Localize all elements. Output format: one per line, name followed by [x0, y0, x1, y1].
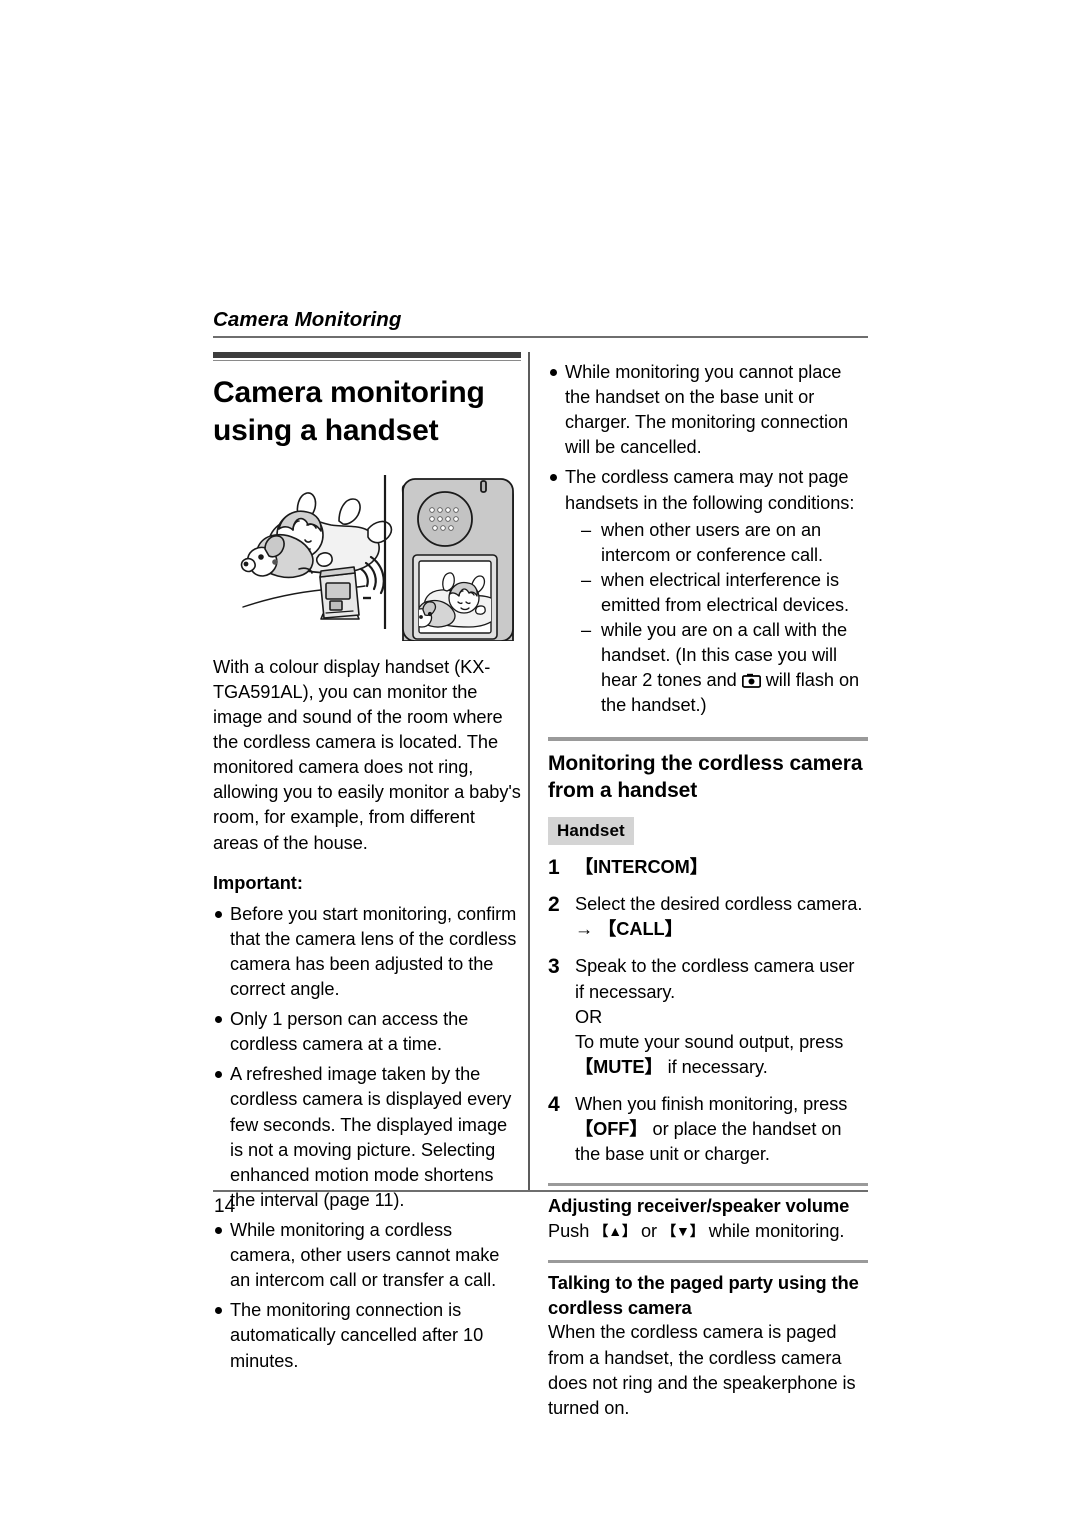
section-heading: Monitoring the cordless camera from a ha… — [548, 751, 863, 802]
footer-divider-rule — [213, 1190, 868, 1192]
column-divider — [528, 352, 530, 1190]
notes-bullet-list: While monitoring you cannot place the ha… — [548, 360, 868, 719]
intro-paragraph: With a colour display handset (KX-TGA591… — [213, 656, 521, 853]
title-bar-thin — [213, 360, 521, 361]
page-number: 14 — [214, 1196, 236, 1217]
step-number: 3 — [548, 955, 560, 979]
header-divider-rule — [213, 335, 868, 338]
list-item: Only 1 person can access the cordless ca… — [213, 1007, 521, 1057]
section-divider-rule — [548, 736, 868, 741]
sub-list-item: when electrical interference is emitted … — [581, 568, 868, 618]
step-text: Speak to the cordless camera user if nec… — [575, 956, 855, 1002]
left-column: Camera monitoring using a handset With a… — [213, 352, 521, 1379]
list-item: 3 Speak to the cordless camera user if n… — [548, 954, 868, 1080]
volume-text-mid: or — [635, 1220, 663, 1241]
status-badge-handset: Handset — [548, 817, 634, 846]
sub-list-item: when other users are on an intercom or c… — [581, 518, 868, 568]
key-mute: 【MUTE】 — [575, 1056, 663, 1077]
manual-page: Camera Monitoring Camera monitoring usin… — [0, 0, 1080, 1528]
key-volume-down: 【▼】 — [662, 1222, 704, 1239]
subsection-divider-rule-2 — [548, 1260, 868, 1264]
sub-list-item: while you are on a call with the handset… — [581, 618, 868, 718]
title-bar-thick — [213, 352, 521, 358]
step-alternative-label: OR — [575, 1006, 603, 1027]
step-text-off-prefix: When you finish monitoring, press — [575, 1094, 848, 1114]
volume-text-suffix: while monitoring. — [703, 1220, 845, 1241]
subsection-divider-rule-1 — [548, 1183, 868, 1187]
list-item: The cordless camera may not page handset… — [548, 465, 868, 718]
subsection-body-volume: Push 【▲】 or 【▼】 while monitoring. — [548, 1219, 868, 1244]
important-bullet-list: Before you start monitoring, confirm tha… — [213, 902, 521, 1374]
arrow-icon: → — [575, 919, 594, 940]
subsection-heading-volume: Adjusting receiver/speaker volume — [548, 1195, 850, 1217]
step-text-mute-prefix: To mute your sound output, press — [575, 1031, 844, 1052]
key-off: 【OFF】 — [575, 1119, 648, 1140]
procedure-steps: 1 【INTERCOM】 2 Select the desired cordle… — [548, 855, 868, 1167]
key-volume-up: 【▲】 — [594, 1222, 636, 1239]
page-title: Camera monitoring using a handset — [213, 376, 485, 448]
step-number: 2 — [548, 893, 560, 917]
list-item: 1 【INTERCOM】 — [548, 855, 868, 880]
baby-with-camera-and-handset-illustration — [213, 463, 521, 641]
step-number: 4 — [548, 1093, 560, 1116]
chapter-title: Camera Monitoring — [213, 308, 402, 331]
running-header: Camera Monitoring — [213, 308, 868, 338]
step-text: Select the desired cordless camera. — [575, 894, 863, 915]
subsection-heading-talking: Talking to the paged party using the cor… — [548, 1272, 859, 1318]
list-item: The monitoring connection is automatical… — [213, 1298, 521, 1373]
list-item: While monitoring you cannot place the ha… — [548, 360, 868, 460]
important-label: Important: — [213, 872, 303, 893]
conditions-sub-list: when other users are on an intercom or c… — [565, 518, 868, 719]
list-item: Before you start monitoring, confirm tha… — [213, 902, 521, 1002]
key-call: 【CALL】 — [598, 919, 683, 940]
list-item: While monitoring a cordless camera, othe… — [213, 1218, 521, 1293]
subsection-body-talking: When the cordless camera is paged from a… — [548, 1322, 856, 1418]
volume-text-prefix: Push — [548, 1220, 595, 1241]
list-item: 2 Select the desired cordless camera. → … — [548, 892, 868, 942]
key-intercom: 【INTERCOM】 — [575, 857, 708, 878]
right-column: While monitoring you cannot place the ha… — [548, 352, 868, 1421]
step-text-mute-suffix: if necessary. — [662, 1056, 768, 1077]
list-item-label: The cordless camera may not page handset… — [565, 467, 855, 513]
step-number: 1 — [548, 856, 560, 880]
camera-icon — [741, 670, 761, 689]
list-item: 4 When you finish monitoring, press 【OFF… — [548, 1092, 868, 1167]
